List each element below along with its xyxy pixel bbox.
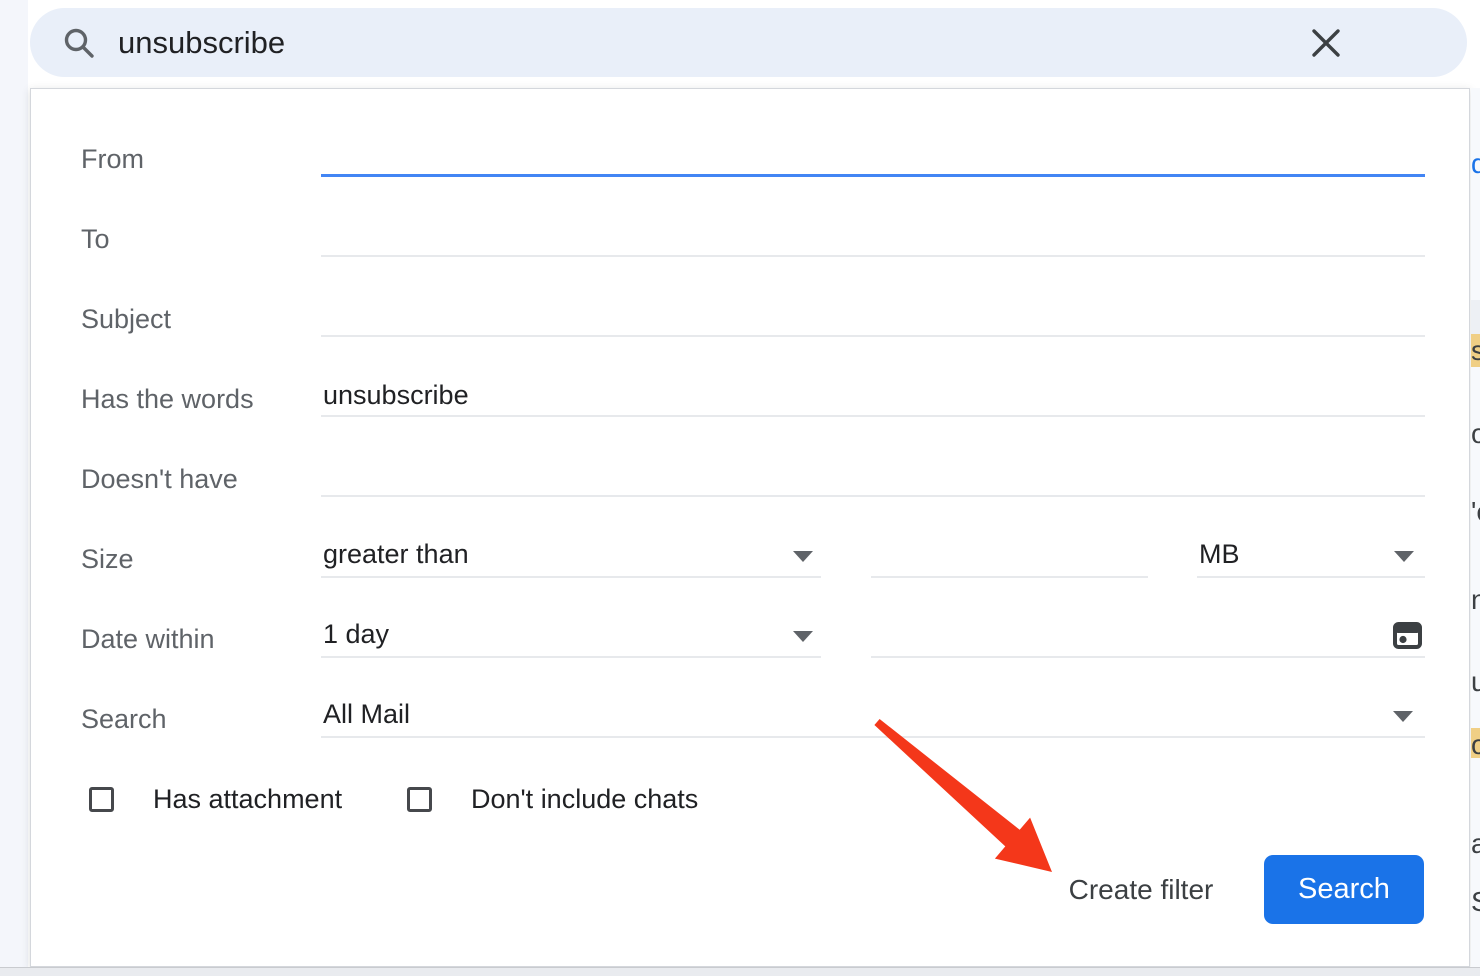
from-field[interactable] — [321, 129, 1425, 177]
occluded-email-list-edge: d s o 'e n u o a S — [1471, 88, 1480, 967]
search-scope-dropdown[interactable]: All Mail — [321, 690, 1425, 738]
from-label: From — [81, 142, 144, 176]
occluded-email-text: S — [1471, 886, 1480, 918]
date-input[interactable] — [871, 614, 1371, 658]
page-background-bottom — [0, 967, 1480, 976]
occluded-email-text: o — [1471, 729, 1480, 761]
date-within-label: Date within — [81, 622, 215, 656]
subject-field[interactable] — [321, 289, 1425, 337]
date-range-value: 1 day — [323, 619, 389, 650]
from-input[interactable] — [321, 133, 1425, 177]
has-words-label: Has the words — [81, 382, 254, 416]
subject-label: Subject — [81, 302, 171, 336]
create-filter-button[interactable]: Create filter — [1021, 855, 1261, 924]
clear-search-button[interactable] — [1309, 26, 1343, 60]
email-row-fragment — [1471, 300, 1480, 334]
size-amount-input[interactable] — [871, 534, 1148, 578]
has-attachment-label: Has attachment — [153, 782, 342, 816]
size-label: Size — [81, 542, 134, 576]
search-icon — [62, 26, 96, 60]
date-range-dropdown[interactable]: 1 day — [321, 610, 821, 658]
search-scope-label: Search — [81, 702, 167, 736]
search-bar[interactable] — [30, 8, 1467, 77]
occluded-email-text: s — [1471, 335, 1480, 367]
size-unit-value: MB — [1199, 539, 1240, 570]
advanced-search-dialog: From To Subject Has the words Doesn't ha… — [30, 88, 1470, 967]
occluded-email-text: u — [1471, 666, 1480, 698]
size-unit-dropdown[interactable]: MB — [1197, 530, 1425, 578]
to-input[interactable] — [321, 213, 1425, 257]
occluded-email-text: o — [1471, 418, 1480, 450]
doesnt-have-field[interactable] — [321, 449, 1425, 497]
calendar-icon[interactable] — [1392, 619, 1423, 650]
has-words-field[interactable] — [321, 369, 1425, 417]
search-input[interactable] — [118, 25, 1309, 61]
dont-include-chats-checkbox[interactable] — [407, 787, 432, 812]
occluded-email-text: a — [1471, 828, 1480, 860]
size-comparator-dropdown[interactable]: greater than — [321, 530, 821, 578]
date-field[interactable] — [871, 610, 1425, 658]
doesnt-have-label: Doesn't have — [81, 462, 238, 496]
chevron-down-icon — [1393, 711, 1413, 722]
search-scope-value: All Mail — [323, 699, 410, 730]
subject-input[interactable] — [321, 293, 1425, 337]
chevron-down-icon — [1394, 551, 1414, 562]
has-words-input[interactable] — [321, 373, 1425, 417]
doesnt-have-input[interactable] — [321, 453, 1425, 497]
size-comparator-value: greater than — [323, 539, 469, 570]
occluded-email-text: 'e — [1471, 496, 1480, 528]
page-background-left — [0, 0, 28, 976]
gmail-search-filter-page: From To Subject Has the words Doesn't ha… — [0, 0, 1480, 976]
to-label: To — [81, 222, 110, 256]
occluded-link-text: d — [1471, 148, 1480, 180]
has-attachment-checkbox[interactable] — [89, 787, 114, 812]
close-icon — [1310, 27, 1342, 59]
chevron-down-icon — [793, 631, 813, 642]
to-field[interactable] — [321, 209, 1425, 257]
occluded-email-text: n — [1471, 584, 1480, 616]
search-button[interactable]: Search — [1264, 855, 1424, 924]
size-amount-field[interactable] — [871, 530, 1148, 578]
chevron-down-icon — [793, 551, 813, 562]
dont-include-chats-label: Don't include chats — [471, 782, 698, 816]
